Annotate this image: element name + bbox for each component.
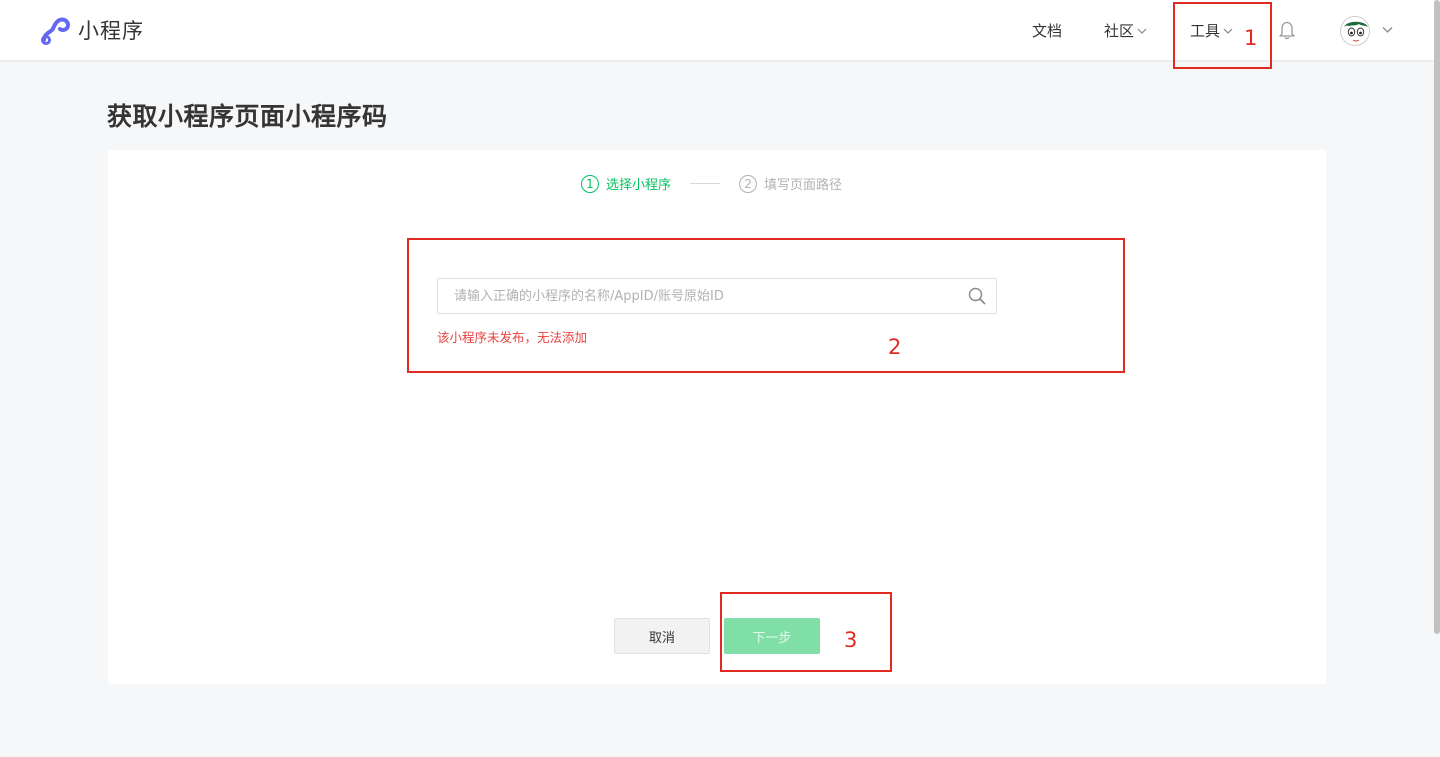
page-scrollbar[interactable] xyxy=(1434,0,1440,634)
nav-tools-label: 工具 xyxy=(1190,22,1221,40)
error-message: 该小程序未发布，无法添加 xyxy=(437,330,588,345)
search-icon[interactable] xyxy=(968,287,986,305)
miniprogram-logo-icon xyxy=(41,17,71,45)
step-1-number: 1 xyxy=(581,174,599,193)
cancel-button[interactable]: 取消 xyxy=(614,618,710,654)
search-box xyxy=(437,278,997,314)
chevron-down-icon xyxy=(1223,28,1233,34)
nav-docs-label: 文档 xyxy=(1032,22,1063,40)
nav-community[interactable]: 社区 xyxy=(1104,20,1147,41)
annotation-label-2: 2 xyxy=(888,335,902,359)
avatar-face-icon xyxy=(1341,17,1369,45)
steps-indicator: 1 选择小程序 2 填写页面路径 xyxy=(581,174,842,193)
step-2-number: 2 xyxy=(739,174,758,193)
annotation-label-3: 3 xyxy=(844,628,858,652)
nav-tools[interactable]: 工具 xyxy=(1190,20,1233,41)
notification-bell-icon[interactable] xyxy=(1278,20,1296,40)
step-2: 2 填写页面路径 xyxy=(739,174,842,193)
user-avatar[interactable] xyxy=(1340,16,1370,46)
chevron-down-icon xyxy=(1137,28,1147,34)
nav-community-label: 社区 xyxy=(1104,22,1135,40)
search-input[interactable] xyxy=(438,279,958,313)
step-2-label: 填写页面路径 xyxy=(764,178,843,193)
main-card: 1 选择小程序 2 填写页面路径 该小程序未发布，无法添加 取消 下一步 xyxy=(108,150,1326,684)
annotation-label-1: 1 xyxy=(1244,26,1258,50)
next-step-button[interactable]: 下一步 xyxy=(724,618,820,654)
step-1-label: 选择小程序 xyxy=(606,178,672,193)
step-divider xyxy=(690,183,721,184)
logo-text: 小程序 xyxy=(78,19,144,43)
page-title: 获取小程序页面小程序码 xyxy=(107,102,388,131)
logo[interactable]: 小程序 xyxy=(38,14,144,46)
chevron-down-icon[interactable] xyxy=(1382,24,1393,35)
step-1: 1 选择小程序 xyxy=(581,174,671,193)
nav-docs[interactable]: 文档 xyxy=(1032,20,1062,41)
top-bar: 小程序 文档 社区 工具 xyxy=(0,0,1440,60)
